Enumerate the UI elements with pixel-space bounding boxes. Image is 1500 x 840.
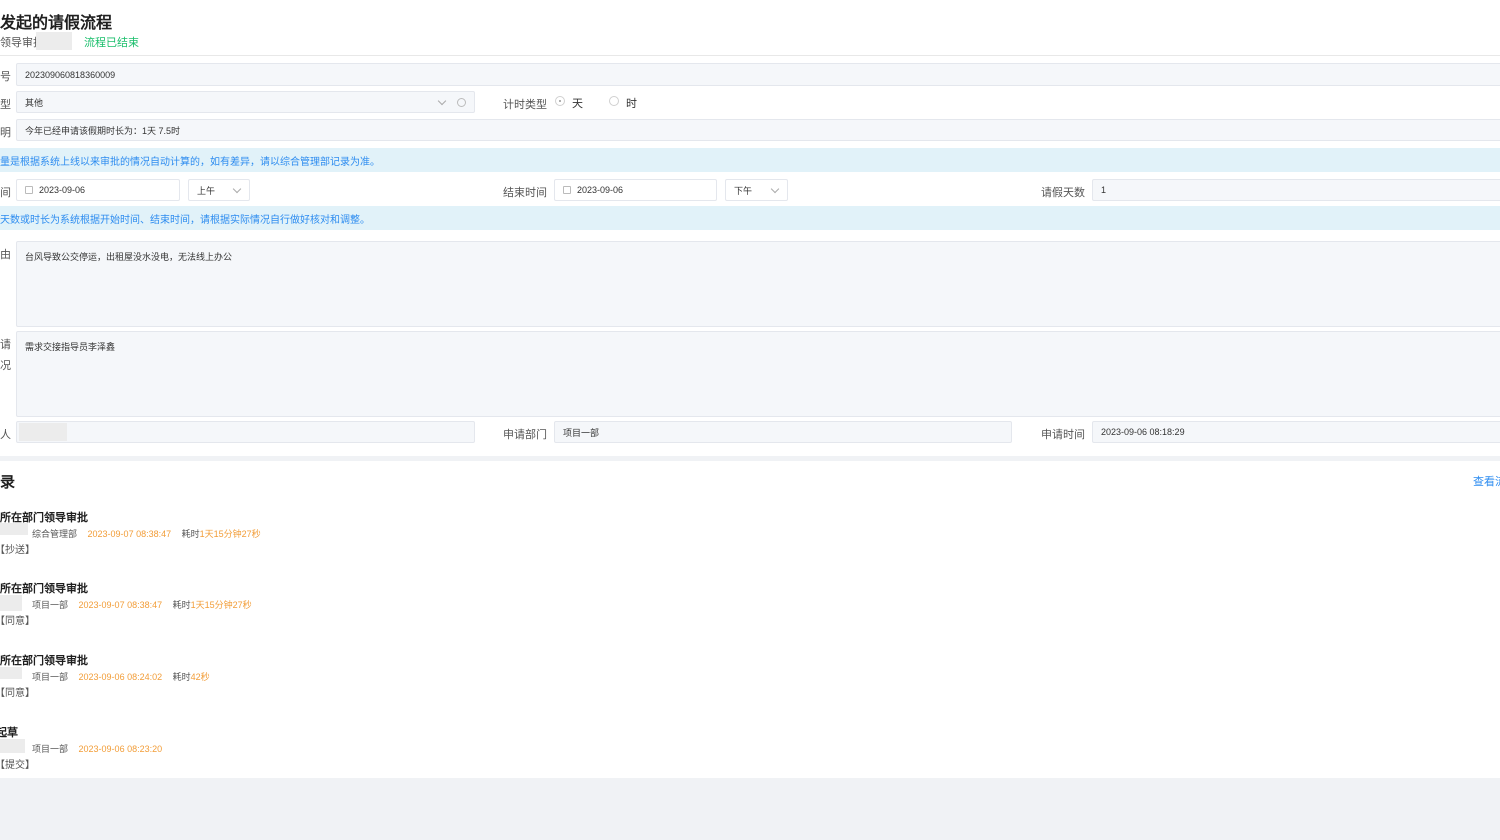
- start-period-value: 上午: [197, 185, 216, 196]
- start-date-value: 2023-09-06: [39, 185, 86, 195]
- record-2-elapsed-label: 耗时: [172, 600, 191, 610]
- calendar-icon: [563, 186, 571, 194]
- radio-hour-label: 时: [626, 98, 637, 110]
- reason-textarea[interactable]: 台风导致公交停运，出租屋没水没电，无法线上办公: [16, 241, 1500, 327]
- note-label: 明: [0, 127, 11, 139]
- record-2-time: 2023-09-07 08:38:47: [78, 600, 163, 610]
- applicant-label: 人: [0, 429, 11, 441]
- leave-type-select[interactable]: 其他: [16, 91, 475, 113]
- record-1-elapsed-label: 耗时: [181, 529, 200, 539]
- end-date-picker[interactable]: 2023-09-06: [554, 179, 717, 201]
- record-4-time: 2023-09-06 08:23:20: [78, 744, 163, 754]
- handover-label-2: 况: [0, 360, 11, 372]
- days-label: 请假天数: [1041, 187, 1085, 199]
- timing-type-label: 计时类型: [503, 99, 547, 111]
- end-date-value: 2023-09-06: [577, 185, 624, 195]
- notice-balance: 量是根据系统上线以来审批的情况自动计算的，如有差异，请以综合管理部记录为准。: [0, 148, 1500, 172]
- apply-time-value: 2023-09-06 08:18:29: [1101, 427, 1185, 437]
- start-date-picker[interactable]: 2023-09-06: [16, 179, 180, 201]
- radio-day[interactable]: [555, 96, 565, 106]
- header-divider: [0, 55, 1500, 56]
- serial-value: 202309060818360009: [25, 69, 116, 80]
- applicant-name-masked: [19, 423, 67, 441]
- department-label: 申请部门: [503, 429, 547, 441]
- end-time-label: 结束时间: [503, 187, 547, 199]
- record-2-elapsed: 1天15分钟27秒: [190, 600, 252, 610]
- radio-hour[interactable]: [609, 96, 619, 106]
- end-period-value: 下午: [734, 185, 753, 196]
- handover-value: 需求交接指导员李泽鑫: [25, 342, 116, 352]
- leave-type-label: 型: [0, 99, 11, 111]
- record-2-step: 所在部门领导审批: [0, 583, 88, 595]
- chevron-down-icon: [770, 184, 780, 194]
- record-4-user-masked: [0, 739, 25, 753]
- process-status: 流程已结束: [84, 37, 139, 49]
- record-2-result: 【同意】: [0, 616, 35, 627]
- record-3-elapsed-label: 耗时: [172, 672, 191, 682]
- record-1-user-masked: [0, 523, 28, 535]
- record-2-user-masked: [0, 595, 22, 611]
- record-2-meta: 项目一部 2023-09-07 08:38:47 耗时1天15分钟27秒: [32, 598, 252, 611]
- notice-days-text: 天数或时长为系统根据开始时间、结束时间，请根据实际情况自行做好核对和调整。: [0, 214, 370, 226]
- leave-type-value: 其他: [25, 97, 44, 108]
- record-3-user-masked: [0, 667, 22, 679]
- view-flowchart-link[interactable]: 查看流: [1473, 473, 1500, 489]
- note-value: 今年已经申请该假期时长为：1天 7.5时: [25, 125, 181, 136]
- handover-textarea[interactable]: 需求交接指导员李泽鑫: [16, 331, 1500, 417]
- approver-name-masked: [36, 32, 72, 50]
- serial-field: 202309060818360009: [16, 63, 1500, 86]
- days-field[interactable]: 1: [1092, 179, 1500, 201]
- record-3-result: 【同意】: [0, 688, 35, 699]
- record-3-elapsed: 42秒: [190, 672, 210, 682]
- page-title: 发起的请假流程: [0, 15, 113, 32]
- chevron-down-icon: [437, 96, 447, 106]
- record-1-elapsed: 1天15分钟27秒: [199, 529, 261, 539]
- apply-time-label: 申请时间: [1041, 429, 1085, 441]
- record-4-meta: 项目一部 2023-09-06 08:23:20: [32, 742, 162, 755]
- record-1-time: 2023-09-07 08:38:47: [87, 529, 172, 539]
- notice-balance-text: 量是根据系统上线以来审批的情况自动计算的，如有差异，请以综合管理部记录为准。: [0, 156, 380, 168]
- applicant-field: [16, 421, 475, 443]
- record-1-result: 【抄送】: [0, 545, 35, 556]
- record-4-dept: 项目一部: [32, 744, 69, 754]
- radio-day-label: 天: [572, 98, 583, 110]
- record-1-dept: 综合管理部: [32, 529, 78, 539]
- clear-icon[interactable]: [457, 98, 466, 107]
- apply-time-field: 2023-09-06 08:18:29: [1092, 421, 1500, 443]
- start-period-select[interactable]: 上午: [188, 179, 250, 201]
- record-1-meta: 综合管理部 2023-09-07 08:38:47 耗时1天15分钟27秒: [32, 527, 261, 540]
- calendar-icon: [25, 186, 33, 194]
- record-3-time: 2023-09-06 08:24:02: [78, 672, 163, 682]
- records-panel: [0, 461, 1500, 778]
- record-2-dept: 项目一部: [32, 600, 69, 610]
- note-field: 今年已经申请该假期时长为：1天 7.5时: [16, 119, 1500, 141]
- records-title: 录: [0, 474, 16, 491]
- serial-label: 号: [0, 71, 11, 83]
- record-3-meta: 项目一部 2023-09-06 08:24:02 耗时42秒: [32, 670, 210, 683]
- record-4-result: 【提交】: [0, 760, 35, 771]
- start-time-label: 间: [0, 187, 11, 199]
- handover-label-1: 请: [0, 339, 11, 351]
- department-field: 项目一部: [554, 421, 1012, 443]
- reason-value: 台风导致公交停运，出租屋没水没电，无法线上办公: [25, 252, 233, 262]
- record-4-step: 起草: [0, 727, 18, 739]
- reason-label: 由: [0, 249, 11, 261]
- record-3-dept: 项目一部: [32, 672, 69, 682]
- department-value: 项目一部: [563, 427, 600, 438]
- chevron-down-icon: [232, 184, 242, 194]
- record-3-step: 所在部门领导审批: [0, 655, 88, 667]
- days-value: 1: [1101, 185, 1107, 195]
- end-period-select[interactable]: 下午: [725, 179, 788, 201]
- notice-days: 天数或时长为系统根据开始时间、结束时间，请根据实际情况自行做好核对和调整。: [0, 206, 1500, 230]
